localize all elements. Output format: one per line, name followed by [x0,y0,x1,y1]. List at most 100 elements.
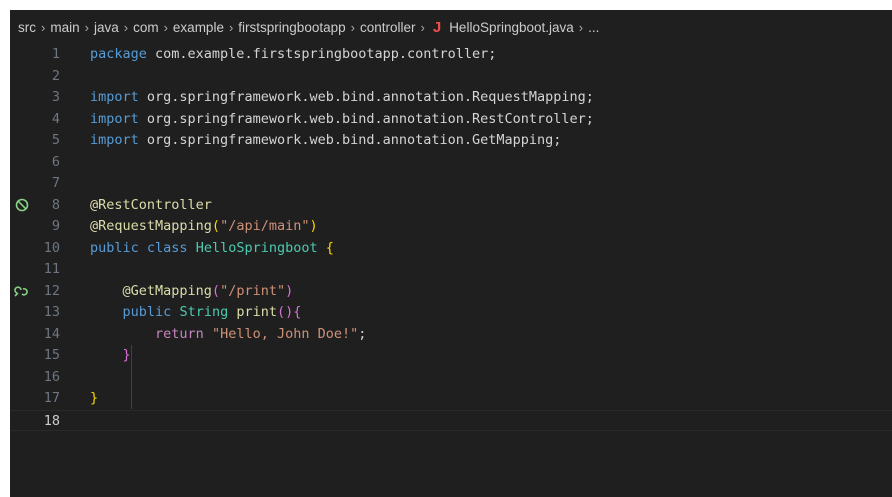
breadcrumb-symbol-ellipsis[interactable]: ... [588,20,599,35]
code-token-brace1: ( [211,218,221,234]
breadcrumb-item-controller[interactable]: controller [360,20,416,35]
code-token-str: "/api/main" [220,218,310,234]
line-number[interactable]: 9 [34,216,60,238]
code-token-ann: @RequestMapping [90,218,212,234]
code-token-brace1: ) [309,218,318,234]
line-number[interactable]: 4 [34,109,60,131]
code-editor[interactable]: 1 package com.example.firstspringbootapp.… [10,44,892,497]
breadcrumb-item-src[interactable]: src [18,20,36,35]
code-token-kw: public [90,239,139,256]
code-token-plain-txt [90,326,155,342]
breadcrumb-item-firstspringbootapp[interactable]: firstspringbootapp [238,20,345,35]
breadcrumb-item-main[interactable]: main [50,20,79,35]
code-token-brace1: { [325,239,334,256]
line-number[interactable]: 1 [34,44,60,66]
code-line[interactable]: 10 public class HelloSpringboot { [10,238,892,260]
line-number[interactable]: 17 [34,388,60,410]
line-number[interactable]: 16 [34,367,60,389]
code-line[interactable]: 11 [10,259,892,281]
breadcrumb-file-name[interactable]: HelloSpringboot.java [449,20,574,35]
chevron-right-icon: › [350,19,355,35]
code-token-ty: String [179,304,229,320]
code-line[interactable]: 3 import org.springframework.web.bind.ann… [10,87,892,109]
code-token-ann: print [236,304,277,320]
line-number[interactable]: 2 [34,66,60,88]
code-token-ann: @GetMapping [122,282,212,299]
line-number[interactable]: 3 [34,87,60,109]
code-token-plain-txt [90,283,123,299]
code-line[interactable]: 5 import org.springframework.web.bind.ann… [10,130,892,152]
code-text: return "Hello, John Doe!"; [90,324,366,346]
chevron-right-icon: › [41,19,46,35]
chevron-right-icon: › [420,19,425,35]
code-token-brace2: } [122,347,131,363]
code-token-kw: public [122,304,172,320]
code-line[interactable]: 7 [10,173,892,195]
code-line[interactable]: 2 [10,66,892,88]
line-number[interactable]: 15 [34,345,60,367]
breadcrumb-item-example[interactable]: example [173,20,224,35]
code-token-plain-txt [318,240,326,256]
line-number[interactable]: 8 [34,195,60,217]
code-line[interactable]: 15 } [10,345,892,367]
line-number[interactable]: 5 [34,130,60,152]
code-text: @RequestMapping("/api/main") [90,216,318,238]
code-text: } [90,388,98,410]
chevron-right-icon: › [84,19,89,35]
code-token-kw: import [90,132,139,148]
code-token-plain-txt [90,347,123,363]
line-number[interactable]: 6 [34,152,60,174]
editor-window: src › main › java › com › example › firs… [10,10,892,497]
code-token-brace2: { [293,304,302,320]
code-line[interactable]: 8 @RestController [10,195,892,217]
code-text: public String print(){ [90,302,302,324]
line-number[interactable]: 18 [34,411,60,433]
code-line[interactable]: 14 return "Hello, John Doe!"; [10,324,892,346]
line-number[interactable]: 13 [34,302,60,324]
code-line[interactable]: 9 @RequestMapping("/api/main") [10,216,892,238]
code-token-plain-txt [204,326,212,342]
line-number[interactable]: 11 [34,259,60,281]
code-token-plain-txt [90,304,123,320]
code-token-plain-txt: org.springframework.web.bind.annotation.… [138,110,594,127]
code-line[interactable]: 16 [10,367,892,389]
code-token-str: "/print" [220,282,286,299]
code-token-ctl: return [155,325,204,342]
endpoint-mapping-icon[interactable] [14,281,30,303]
chevron-right-icon: › [123,19,129,35]
code-line[interactable]: 17} [10,388,892,410]
code-line[interactable]: 4 import org.springframework.web.bind.ann… [10,109,892,131]
chevron-right-icon: › [578,19,584,35]
code-text: @GetMapping("/print") [90,281,294,303]
code-token-plain-txt: org.springframework.web.bind.annotation.… [138,89,594,105]
code-token-ann: @RestController [90,196,212,213]
line-number[interactable]: 7 [34,173,60,195]
java-file-icon: J [432,18,442,36]
code-token-kw: class [146,239,188,256]
code-text: } [90,345,131,367]
line-number[interactable]: 12 [34,281,60,303]
line-number[interactable]: 10 [34,238,60,260]
code-line[interactable]: 6 [10,152,892,174]
code-text: import org.springframework.web.bind.anno… [90,130,561,152]
code-text: package com.example.firstspringbootapp.c… [90,44,496,66]
code-token-kw: import [90,110,139,127]
code-token-kw: package [90,46,147,62]
breadcrumb-item-com[interactable]: com [133,20,159,35]
code-token-brace2: ( [211,282,221,299]
code-token-plain-txt: org.springframework.web.bind.annotation.… [138,132,562,148]
code-line[interactable]: 18 [10,409,892,433]
code-line[interactable]: 13 public String print(){ [10,302,892,324]
code-token-plain-txt [188,240,196,256]
chevron-right-icon: › [228,19,234,35]
code-token-brace2: () [277,304,294,320]
code-line[interactable]: 12 @GetMapping("/print") [10,281,892,303]
chevron-right-icon: › [163,19,168,35]
line-number[interactable]: 14 [34,324,60,346]
breadcrumb-item-java[interactable]: java [94,20,119,35]
code-text: public class HelloSpringboot { [90,238,334,260]
run-test-icon[interactable] [14,195,30,217]
code-line[interactable]: 1 package com.example.firstspringbootapp.… [10,44,892,66]
breadcrumb: src › main › java › com › example › firs… [18,16,599,38]
code-token-plain-txt: com.example.firstspringbootapp.controlle… [146,46,497,62]
